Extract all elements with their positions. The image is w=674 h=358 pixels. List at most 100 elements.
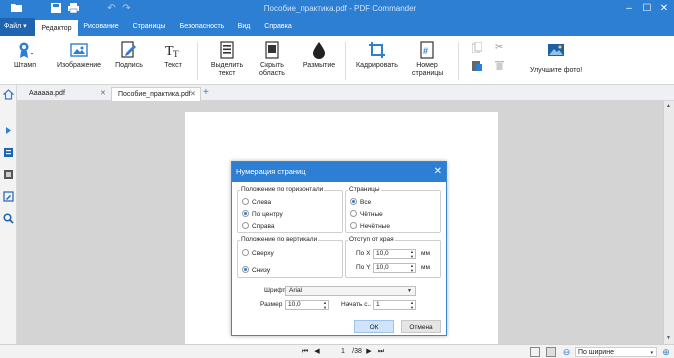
radio-circle-selected bbox=[242, 266, 249, 273]
zoom-select[interactable]: По ширине ▾ bbox=[575, 347, 657, 357]
bookmarks-icon[interactable] bbox=[3, 147, 14, 158]
file-menu-button[interactable]: Файл ▾ bbox=[0, 18, 35, 36]
first-page-icon[interactable]: ⏮ bbox=[301, 347, 309, 357]
ribbon-divider bbox=[197, 42, 198, 80]
tab-help[interactable]: Справка bbox=[262, 18, 294, 36]
enhance-photo-button[interactable]: Улучшите фото! bbox=[530, 41, 582, 75]
stepper-arrows-icon[interactable]: ▲ ▼ bbox=[410, 300, 414, 310]
stepper-arrows-icon[interactable]: ▲ ▼ bbox=[410, 249, 414, 259]
crop-button[interactable]: Кадрировать bbox=[354, 41, 400, 70]
dialog-close-icon[interactable]: ✕ bbox=[434, 162, 442, 182]
expand-panel-icon[interactable] bbox=[3, 125, 14, 136]
vertical-position-group: Положение по вертикали Сверху Снизу bbox=[237, 236, 343, 278]
signature-icon bbox=[121, 41, 136, 58]
select-text-icon bbox=[220, 41, 234, 59]
margin-x-stepper[interactable]: 10,0 ▲ ▼ bbox=[373, 249, 416, 259]
stepper-arrows-icon[interactable]: ▲ ▼ bbox=[323, 300, 327, 310]
horizontal-position-group: Положение по горизонтали Слева По центру… bbox=[237, 186, 343, 233]
svg-text:T: T bbox=[173, 49, 179, 59]
signature-button[interactable]: Подпись bbox=[108, 41, 150, 70]
size-stepper[interactable]: 10,0 ▲ ▼ bbox=[285, 300, 329, 310]
tab-security[interactable]: Безопасность bbox=[176, 18, 228, 36]
radio-circle bbox=[242, 222, 249, 229]
select-text-button[interactable]: Выделить текст bbox=[210, 41, 244, 78]
radio-bottom[interactable]: Снизу bbox=[242, 266, 270, 275]
close-icon[interactable]: ✕ bbox=[657, 2, 671, 16]
hide-area-icon bbox=[265, 41, 279, 59]
cancel-button[interactable]: Отмена bbox=[401, 320, 441, 333]
close-tab-icon[interactable]: ✕ bbox=[100, 87, 106, 101]
radio-circle bbox=[242, 198, 249, 205]
last-page-icon[interactable]: ⏭ bbox=[377, 347, 385, 357]
ribbon-divider bbox=[458, 42, 459, 80]
doc-tab[interactable]: Аааааа.pdf ✕ bbox=[23, 87, 111, 101]
radio-even-pages[interactable]: Чётные bbox=[350, 210, 383, 219]
pages-group: Страницы Все Чётные Нечётные bbox=[345, 186, 441, 233]
dialog-title-bar: Нумерация страниц ✕ bbox=[232, 162, 446, 182]
home-icon[interactable] bbox=[3, 89, 14, 100]
blur-button[interactable]: Размытие bbox=[300, 41, 338, 70]
trash-icon[interactable] bbox=[495, 60, 505, 71]
add-tab-icon[interactable]: + bbox=[203, 86, 209, 99]
vertical-scrollbar[interactable]: ▲ ▼ bbox=[663, 101, 674, 344]
maximize-icon[interactable]: ☐ bbox=[640, 2, 654, 16]
radio-top[interactable]: Сверху bbox=[242, 249, 274, 258]
redo-icon[interactable]: ↷ bbox=[120, 3, 133, 15]
paste-icon[interactable] bbox=[472, 60, 482, 71]
crop-icon bbox=[369, 42, 385, 58]
page-number-input[interactable]: 1 bbox=[336, 347, 350, 357]
comments-panel-icon[interactable] bbox=[3, 191, 14, 202]
ok-button[interactable]: ОК bbox=[354, 320, 394, 333]
next-page-icon[interactable]: ▶ bbox=[365, 347, 373, 357]
close-tab-icon[interactable]: ✕ bbox=[190, 88, 196, 102]
margin-y-stepper[interactable]: 10,0 ▲ ▼ bbox=[373, 263, 416, 273]
left-sidebar bbox=[0, 85, 17, 358]
scroll-down-icon[interactable]: ▼ bbox=[666, 335, 671, 341]
page-number-button[interactable]: # Номер страницы bbox=[412, 41, 443, 78]
undo-icon[interactable]: ↶ bbox=[105, 3, 118, 15]
doc-tab-active[interactable]: Пособие_практика.pdf ✕ bbox=[111, 87, 201, 101]
radio-circle bbox=[242, 249, 249, 256]
print-icon[interactable] bbox=[67, 3, 80, 15]
stepper-arrows-icon[interactable]: ▲ ▼ bbox=[410, 263, 414, 273]
document-tabs: Аааааа.pdf ✕ Пособие_практика.pdf ✕ + bbox=[17, 85, 674, 101]
chevron-down-icon: ▼ bbox=[407, 288, 412, 294]
start-from-stepper[interactable]: 1 ▲ ▼ bbox=[373, 300, 416, 310]
open-folder-icon[interactable] bbox=[10, 3, 23, 15]
text-button[interactable]: TT Текст bbox=[162, 41, 184, 70]
pages-panel-icon[interactable] bbox=[3, 169, 14, 180]
tab-pages[interactable]: Страницы bbox=[128, 18, 170, 36]
tab-editor[interactable]: Редактор bbox=[35, 18, 78, 36]
tab-drawing[interactable]: Рисование bbox=[80, 18, 122, 36]
page-number-icon: # bbox=[420, 41, 434, 59]
text-icon: TT bbox=[165, 44, 179, 59]
cut-icon[interactable]: ✂ bbox=[495, 42, 505, 53]
radio-center[interactable]: По центру bbox=[242, 210, 283, 219]
stamp-icon bbox=[19, 42, 33, 58]
two-page-view-icon[interactable] bbox=[546, 347, 556, 357]
save-icon[interactable] bbox=[49, 3, 62, 15]
radio-left[interactable]: Слева bbox=[242, 198, 271, 207]
minimize-icon[interactable]: – bbox=[622, 2, 636, 16]
zoom-in-icon[interactable]: ⊕ bbox=[661, 347, 671, 357]
margin-group: Отступ от края По X 10,0 ▲ ▼ мм По Y 10,0 ▲… bbox=[345, 236, 441, 278]
radio-circle bbox=[350, 210, 357, 217]
font-select[interactable]: Arial ▼ bbox=[285, 286, 416, 296]
page-total: /38 bbox=[352, 348, 362, 355]
stamp-button[interactable]: Штамп bbox=[8, 41, 42, 70]
copy-icon[interactable] bbox=[471, 41, 483, 54]
window-title: Пособие_практика.pdf - PDF Commander bbox=[263, 4, 417, 13]
radio-odd-pages[interactable]: Нечётные bbox=[350, 222, 390, 231]
radio-right[interactable]: Справа bbox=[242, 222, 274, 231]
image-button[interactable]: Изображение bbox=[56, 41, 102, 70]
image-icon bbox=[70, 43, 88, 57]
page-numbering-dialog: Нумерация страниц ✕ Положение по горизон… bbox=[231, 161, 447, 336]
search-icon[interactable] bbox=[3, 213, 14, 224]
tab-view[interactable]: Вид bbox=[232, 18, 256, 36]
radio-all-pages[interactable]: Все bbox=[350, 198, 371, 207]
zoom-out-icon[interactable]: ⊖ bbox=[562, 347, 571, 357]
hide-area-button[interactable]: Скрыть область bbox=[255, 41, 289, 78]
single-page-view-icon[interactable] bbox=[530, 347, 540, 357]
scroll-up-icon[interactable]: ▲ bbox=[666, 103, 671, 109]
prev-page-icon[interactable]: ◀ bbox=[313, 347, 321, 357]
